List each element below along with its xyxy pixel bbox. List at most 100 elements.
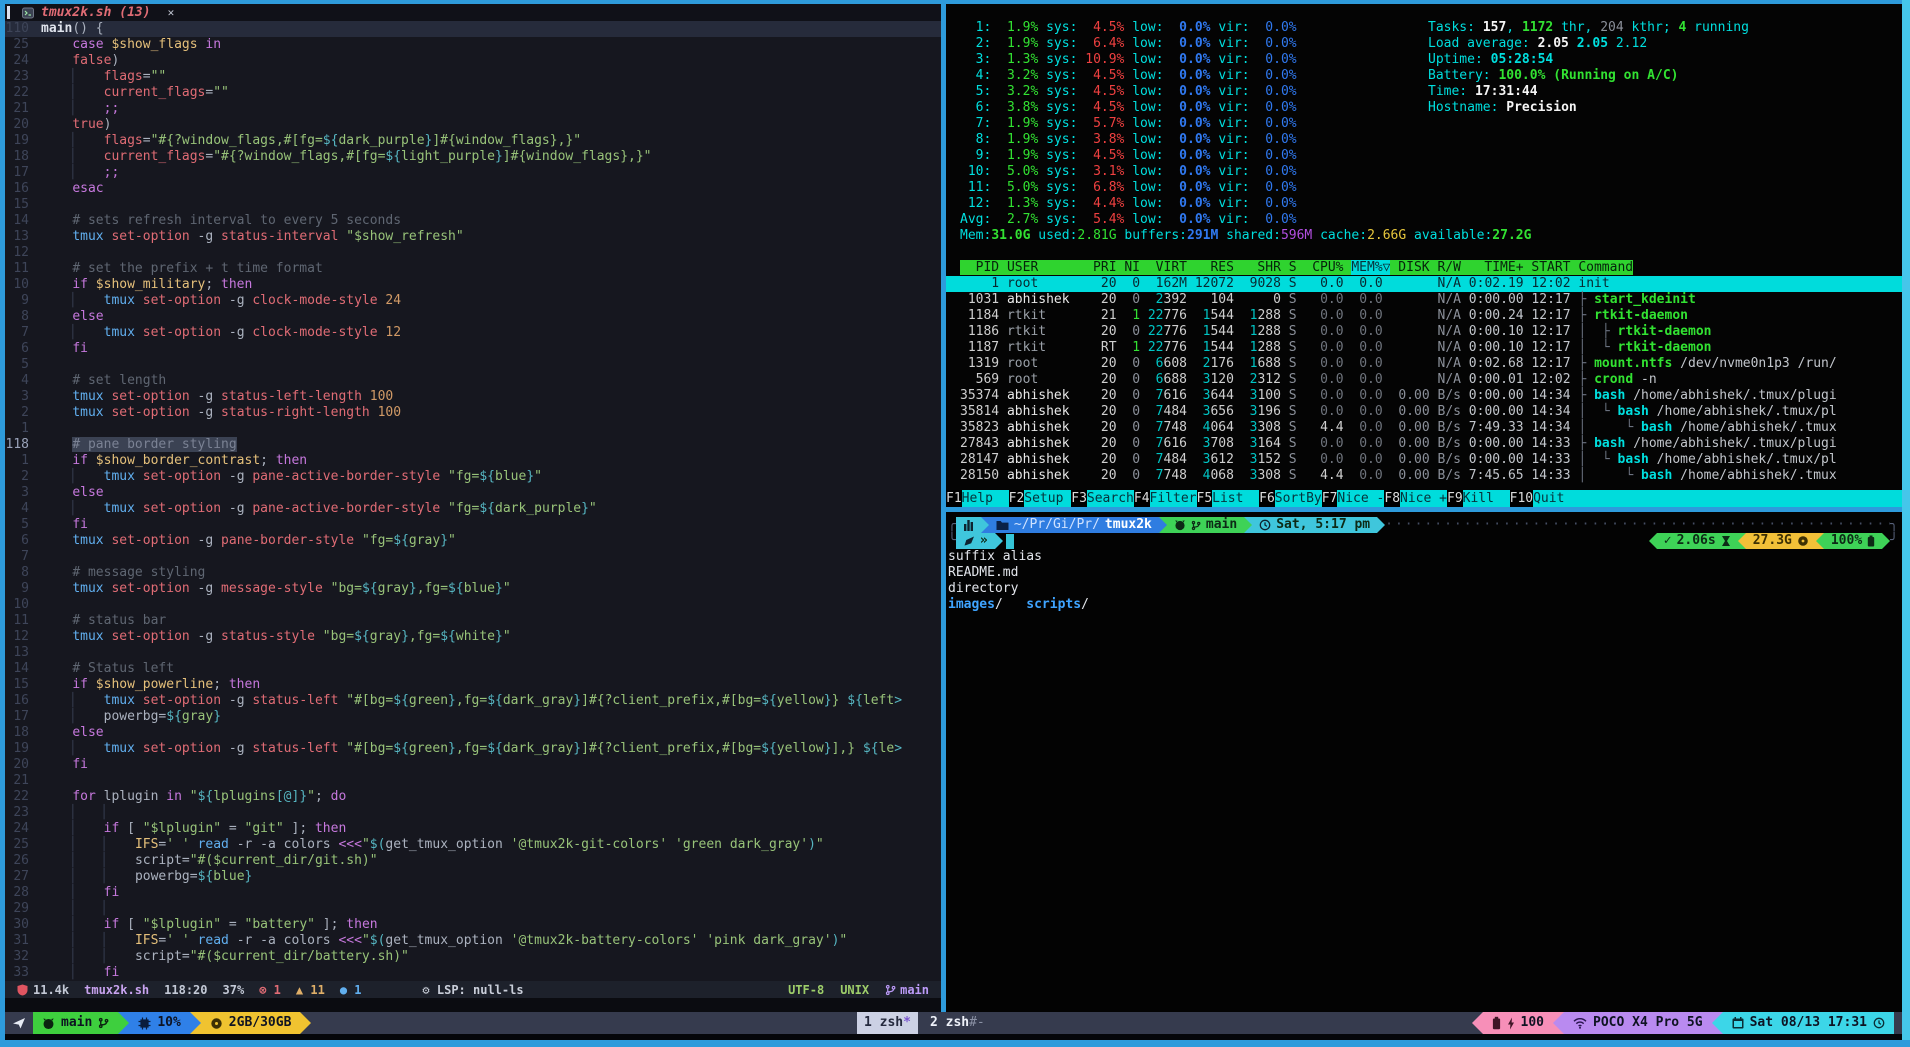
fkey-label[interactable]: List — [1212, 490, 1259, 507]
fkey-f6-button[interactable]: F6 — [1259, 490, 1275, 507]
battery-icon — [1867, 535, 1875, 547]
prompt-git-branch: main — [1206, 517, 1237, 533]
terminal-output-line: README.md — [948, 565, 1898, 581]
process-row[interactable]: 28150 abhishek 20 0 7748 4068 3308 S 4.4… — [946, 468, 1902, 484]
fkey-label[interactable]: Quit — [1533, 490, 1580, 507]
tab-title: tmux2k.sh (13) — [41, 5, 151, 21]
gear-icon: ⚙ — [422, 983, 429, 997]
paper-plane-icon — [12, 1016, 26, 1030]
tmux-window-1[interactable]: 1 zsh* — [857, 1012, 918, 1034]
process-row[interactable]: 1186 rtkit 20 0 22776 1544 1288 S 0.0 0.… — [946, 324, 1902, 340]
window-border-right — [1902, 0, 1910, 1047]
fkey-f1-button[interactable]: F1 — [946, 490, 962, 507]
terminal-pane[interactable]: ╭ ~/Pr/Gi/Pr/tmux2k main Sat, 5:17 pm ··… — [946, 512, 1902, 1012]
code-line: 11 # status bar — [5, 613, 941, 629]
process-row[interactable]: 1319 root 20 0 6608 2176 1688 S 0.0 0.0 … — [946, 356, 1902, 372]
process-table-header[interactable]: PID USER PRI NI VIRT RES SHR S CPU% MEM%… — [946, 260, 1902, 276]
cpu-meter-row: 7: 1.9% sys: 5.7% low: 0.0% vir: 0.0% — [946, 116, 1902, 132]
tmux-session-segment: main — [33, 1012, 118, 1034]
system-monitor-pane[interactable]: 1: 1.9% sys: 4.5% low: 0.0% vir: 0.0% 2:… — [946, 4, 1902, 507]
code-line: 8 else — [5, 309, 941, 325]
process-row[interactable]: 35374 abhishek 20 0 7616 3644 3100 S 0.0… — [946, 388, 1902, 404]
code-line: 19 ▏ flags="#{?window_flags,#[fg=${dark_… — [5, 133, 941, 149]
check-icon: ✓ — [1664, 533, 1672, 549]
code-line: 1 if $show_border_contrast; then — [5, 453, 941, 469]
code-line: 5 — [5, 357, 941, 373]
editor-pane[interactable]: tmux2k.sh (13) ✕ 110main() {25 case $sho… — [5, 4, 941, 1012]
code-line: 3 else — [5, 485, 941, 501]
process-row[interactable]: 569 root 20 0 6688 3120 2312 S 0.0 0.0 N… — [946, 372, 1902, 388]
cpu-meter-row: 10: 5.0% sys: 3.1% low: 0.0% vir: 0.0% — [946, 164, 1902, 180]
fkey-f7-button[interactable]: F7 — [1322, 490, 1338, 507]
fkey-label[interactable]: Nice + — [1400, 490, 1447, 507]
code-line: 2 tmux set-option -g status-right-length… — [5, 405, 941, 421]
code-line: 5 fi — [5, 517, 941, 533]
code-buffer[interactable]: 110main() {25 case $show_flags in24 fals… — [5, 21, 941, 981]
code-line: 29 ▏ ▏ — [5, 901, 941, 917]
system-info-line: Hostname: Precision — [1428, 100, 1749, 116]
process-row[interactable]: 27843 abhishek 20 0 7616 3708 3164 S 0.0… — [946, 436, 1902, 452]
terminal-output-line: directory — [948, 581, 1898, 597]
process-row[interactable]: 35823 abhishek 20 0 7748 4064 3308 S 4.4… — [946, 420, 1902, 436]
github-icon — [42, 1017, 55, 1030]
prompt-line-2[interactable]: ╰ » ✓ 2.06s 27.3G 100% — [948, 533, 1898, 549]
exec-time: 2.06s — [1677, 533, 1716, 549]
tmux-session-screen: tmux2k.sh (13) ✕ 110main() {25 case $sho… — [0, 0, 1910, 1047]
terminal-dir-list: images/ scripts/ — [948, 597, 1898, 613]
code-line: 31 ▏ ▏ IFS=' ' read -r -a colors <<<"$(g… — [5, 933, 941, 949]
prompt-battery-segment: 100% — [1824, 533, 1882, 549]
code-line: 15 if $show_powerline; then — [5, 677, 941, 693]
code-line: 8 # message styling — [5, 565, 941, 581]
fkey-f9-button[interactable]: F9 — [1447, 490, 1463, 507]
fkey-label[interactable]: Nice - — [1337, 490, 1384, 507]
fkey-f4-button[interactable]: F4 — [1134, 490, 1150, 507]
code-line: 19 ▏ tmux set-option -g status-left "#[b… — [5, 741, 941, 757]
fkey-label[interactable]: Kill — [1463, 490, 1510, 507]
lightning-icon — [1507, 1017, 1515, 1030]
cpu-meter-row: 5: 3.2% sys: 4.5% low: 0.0% vir: 0.0% — [946, 84, 1902, 100]
system-info-line: Uptime: 05:28:54 — [1428, 52, 1749, 68]
tmux-cpu-segment: 10% — [129, 1012, 189, 1034]
folder-icon — [996, 520, 1009, 531]
code-line: 14 # sets refresh interval to every 5 se… — [5, 213, 941, 229]
branch-icon — [1191, 520, 1201, 531]
file-type-icon — [22, 7, 34, 19]
fkey-f5-button[interactable]: F5 — [1197, 490, 1213, 507]
tmux-window-2[interactable]: 2 zsh#- — [930, 1015, 985, 1031]
fkey-f2-button[interactable]: F2 — [1009, 490, 1025, 507]
cpu-meter-row: 3: 1.3% sys: 10.9% low: 0.0% vir: 0.0% — [946, 52, 1902, 68]
code-line: 15 — [5, 197, 941, 213]
tab-close-icon[interactable]: ✕ — [168, 5, 175, 21]
prompt-frame-bottom-left: ╰ — [948, 533, 956, 549]
process-row[interactable]: 1 root 20 0 162M 12072 9028 S 0.0 0.0 N/… — [946, 276, 1902, 292]
fkey-f10-button[interactable]: F10 — [1510, 490, 1533, 507]
process-row[interactable]: 1031 abhishek 20 0 2392 104 0 S 0.0 0.0 … — [946, 292, 1902, 308]
process-row[interactable]: 1184 rtkit 21 1 22776 1544 1288 S 0.0 0.… — [946, 308, 1902, 324]
system-info-line: Tasks: 157, 1172 thr, 204 kthr; 4 runnin… — [1428, 20, 1749, 36]
fkey-label[interactable]: Filter — [1150, 490, 1197, 507]
fkey-label[interactable]: Setup — [1024, 490, 1071, 507]
ram-gauge-icon — [210, 1017, 223, 1030]
fkey-f8-button[interactable]: F8 — [1384, 490, 1400, 507]
fkey-label[interactable]: SortBy — [1275, 490, 1322, 507]
process-row[interactable]: 1187 rtkit RT 1 22776 1544 1288 S 0.0 0.… — [946, 340, 1902, 356]
code-line: 21 ▏ ;; — [5, 101, 941, 117]
code-line: 20 true) — [5, 117, 941, 133]
battery-percent: 100% — [1831, 533, 1862, 549]
fkey-f3-button[interactable]: F3 — [1071, 490, 1087, 507]
tmux-prefix-indicator — [5, 1012, 33, 1034]
process-row[interactable]: 35814 abhishek 20 0 7484 3656 3196 S 0.0… — [946, 404, 1902, 420]
fkey-label[interactable]: Help — [962, 490, 1009, 507]
code-line: 11 # set the prefix + t time format — [5, 261, 941, 277]
fkey-label[interactable]: Search — [1087, 490, 1134, 507]
tmux-session-name: main — [61, 1015, 92, 1031]
prompt-path-prefix: ~/Pr/Gi/Pr/ — [1014, 517, 1100, 533]
code-line: 27 ▏ ▏ powerbg=${blue} — [5, 869, 941, 885]
editor-tab[interactable]: tmux2k.sh (13) ✕ — [10, 4, 186, 21]
code-line: 12 tmux set-option -g status-style "bg=$… — [5, 629, 941, 645]
calendar-icon — [1732, 1017, 1744, 1029]
tmux-cpu-value: 10% — [157, 1015, 180, 1031]
process-row[interactable]: 28147 abhishek 20 0 7484 3612 3152 S 0.0… — [946, 452, 1902, 468]
cpu-meter-row: 2: 1.9% sys: 6.4% low: 0.0% vir: 0.0% — [946, 36, 1902, 52]
clock-icon — [1873, 1017, 1885, 1029]
